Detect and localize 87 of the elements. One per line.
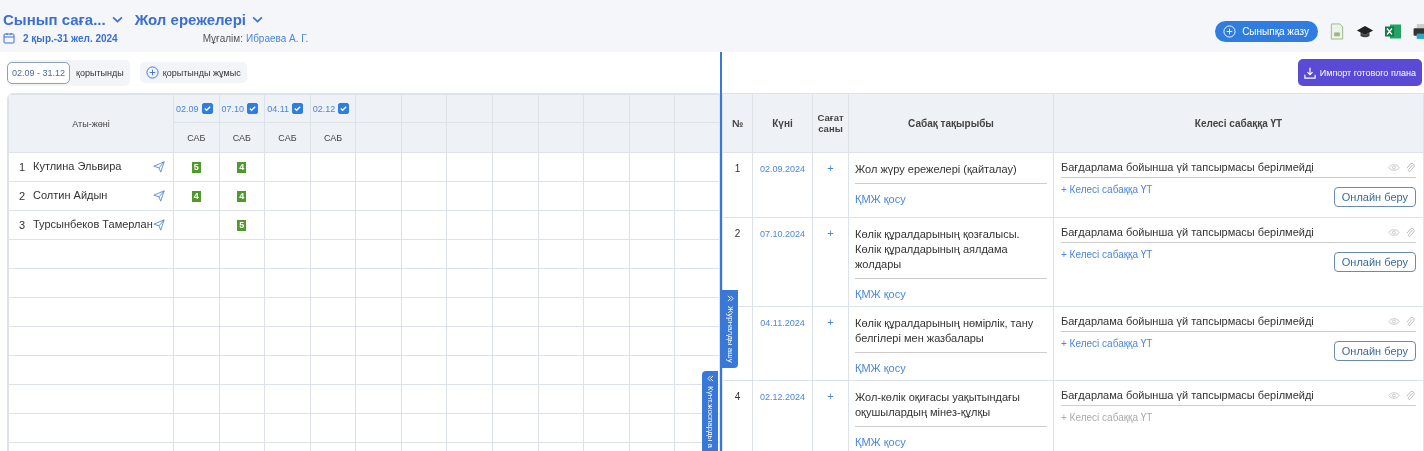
column-header: № bbox=[722, 93, 753, 153]
grade-mark[interactable]: 4 bbox=[237, 161, 247, 173]
student-name[interactable]: Турсынбеков Тамерлан bbox=[33, 219, 153, 231]
eye-icon[interactable] bbox=[1388, 389, 1400, 401]
homework-text: Бағдарлама бойынша үй тапсырмасы берілмейді bbox=[1061, 389, 1315, 401]
column-header: Сабақ тақырыбы bbox=[848, 93, 1054, 153]
double-chevron-right-icon bbox=[726, 295, 734, 302]
double-chevron-left-icon bbox=[706, 375, 714, 382]
lesson-date[interactable]: 07.10.2024 bbox=[759, 229, 805, 239]
add-hours-link[interactable]: + bbox=[827, 227, 834, 239]
grade-mark[interactable]: 5 bbox=[191, 161, 201, 173]
paperclip-icon[interactable] bbox=[1404, 161, 1416, 173]
open-journal-tab[interactable]: Журналды ашу bbox=[722, 290, 738, 368]
add-plan-link[interactable]: ҚМЖ қосу bbox=[855, 362, 906, 374]
row-number: 2 bbox=[19, 190, 27, 202]
add-homework-link[interactable]: + Келесі сабаққа ҮТ bbox=[1061, 338, 1153, 349]
grade-mark[interactable]: 5 bbox=[237, 219, 247, 231]
date-checkbox[interactable] bbox=[292, 103, 303, 114]
lesson-topic: Жол жүру ережелері (қайталау) bbox=[855, 162, 1047, 184]
student-name[interactable]: Солтин Айдын bbox=[33, 190, 153, 202]
date-header[interactable]: 07.10 bbox=[221, 103, 245, 114]
class-dropdown[interactable]: Сынып саға... bbox=[3, 11, 123, 28]
student-name[interactable]: Кутлина Эльвира bbox=[33, 161, 153, 173]
homework-text: Бағдарлама бойынша үй тапсырмасы берілмейді bbox=[1061, 161, 1315, 173]
date-range-field[interactable]: 02.09 - 31.12 bbox=[7, 61, 71, 84]
eye-icon[interactable] bbox=[1388, 226, 1400, 238]
summary-option[interactable]: қорытынды bbox=[76, 67, 124, 78]
add-homework-link[interactable]: + Келесі сабаққа ҮТ bbox=[1061, 184, 1153, 195]
paperclip-icon[interactable] bbox=[1404, 226, 1416, 238]
cap-icon[interactable] bbox=[1356, 23, 1374, 40]
eye-icon[interactable] bbox=[1388, 161, 1400, 173]
grade-mark[interactable]: 4 bbox=[237, 190, 247, 202]
period-text: 2 қыр.-31 жел. 2024 bbox=[23, 32, 118, 44]
lesson-topic: Көлік құралдарының нөмірлік, тану белгілері мен жазбалары bbox=[855, 316, 1047, 353]
lesson-topic: Жол-көлік оқиғасы уақытындағы оқушылардың мінез-құлқы bbox=[855, 390, 1047, 427]
period-filter[interactable]: 02.09 - 31.12 қорытынды bbox=[7, 59, 130, 86]
homework-text: Бағдарлама бойынша үй тапсырмасы берілмейді bbox=[1061, 226, 1315, 238]
add-plan-link[interactable]: ҚМЖ қосу bbox=[855, 193, 906, 205]
row-number: 1 bbox=[19, 161, 27, 173]
send-icon[interactable] bbox=[153, 161, 165, 173]
subject-dropdown[interactable]: Жол ережелері bbox=[134, 11, 263, 28]
add-hours-link[interactable]: + bbox=[827, 316, 834, 328]
row-number: 2 bbox=[734, 228, 741, 239]
paperclip-icon[interactable] bbox=[1404, 315, 1416, 327]
add-homework-link: + Келесі сабаққа ҮТ bbox=[1061, 412, 1153, 423]
column-header: Сағат саны bbox=[812, 93, 849, 153]
chevron-down-icon[interactable] bbox=[252, 16, 263, 23]
row-number: 4 bbox=[734, 391, 741, 402]
plus-icon bbox=[1223, 25, 1237, 38]
paperclip-icon[interactable] bbox=[1404, 389, 1416, 401]
online-assign-button[interactable]: Онлайн беру bbox=[1333, 252, 1416, 272]
date-header[interactable]: 04.11 bbox=[267, 103, 289, 114]
add-plan-link[interactable]: ҚМЖ қосу bbox=[855, 288, 906, 300]
column-header: Күні bbox=[752, 93, 813, 153]
name-header: Аты-жөні bbox=[8, 94, 174, 153]
date-checkbox[interactable] bbox=[247, 103, 259, 114]
import-plan-button[interactable]: Импорт готового плана bbox=[1297, 59, 1422, 86]
send-icon[interactable] bbox=[153, 190, 165, 202]
send-icon[interactable] bbox=[153, 219, 165, 231]
calendar-icon[interactable] bbox=[3, 32, 15, 44]
date-header[interactable]: 02.09 bbox=[176, 103, 199, 114]
online-assign-button[interactable]: Онлайн беру bbox=[1333, 341, 1416, 361]
lesson-topic: Көлік құралдарының қозғалысы. Көлік құралдарының аялдама жолдары bbox=[855, 227, 1047, 279]
chevron-down-icon[interactable] bbox=[111, 16, 123, 23]
lesson-date[interactable]: 04.11.2024 bbox=[760, 318, 805, 328]
add-hours-link[interactable]: + bbox=[827, 162, 834, 174]
row-number: 1 bbox=[734, 163, 741, 174]
date-checkbox[interactable] bbox=[338, 103, 350, 114]
add-homework-link[interactable]: + Келесі сабаққа ҮТ bbox=[1061, 249, 1153, 260]
plan-tab[interactable]: Күнт.жоспарды а bbox=[702, 371, 718, 451]
enroll-button[interactable]: Сыныпқа жазу bbox=[1215, 21, 1318, 42]
teacher-label: Мұғалім: bbox=[202, 32, 243, 44]
document-icon[interactable] bbox=[1328, 23, 1346, 40]
spreadsheet-icon[interactable] bbox=[1384, 23, 1402, 40]
plus-icon bbox=[145, 66, 159, 79]
add-work-button[interactable]: қорытынды жұмыс bbox=[139, 62, 247, 83]
homework-text: Бағдарлама бойынша үй тапсырмасы берілмейді bbox=[1061, 315, 1315, 327]
date-header[interactable]: 02.12 bbox=[312, 103, 336, 114]
grade-mark[interactable]: 4 bbox=[191, 190, 201, 202]
online-assign-button[interactable]: Онлайн беру bbox=[1333, 187, 1416, 207]
lesson-date[interactable]: 02.09.2024 bbox=[759, 164, 805, 174]
row-number: 3 bbox=[19, 219, 27, 231]
teacher-name: Ибраева А. Г. bbox=[245, 32, 309, 44]
eye-icon[interactable] bbox=[1388, 315, 1400, 327]
download-icon bbox=[1303, 66, 1316, 79]
date-checkbox[interactable] bbox=[201, 103, 213, 114]
column-header: Келесі сабаққа ҮТ bbox=[1053, 93, 1424, 153]
